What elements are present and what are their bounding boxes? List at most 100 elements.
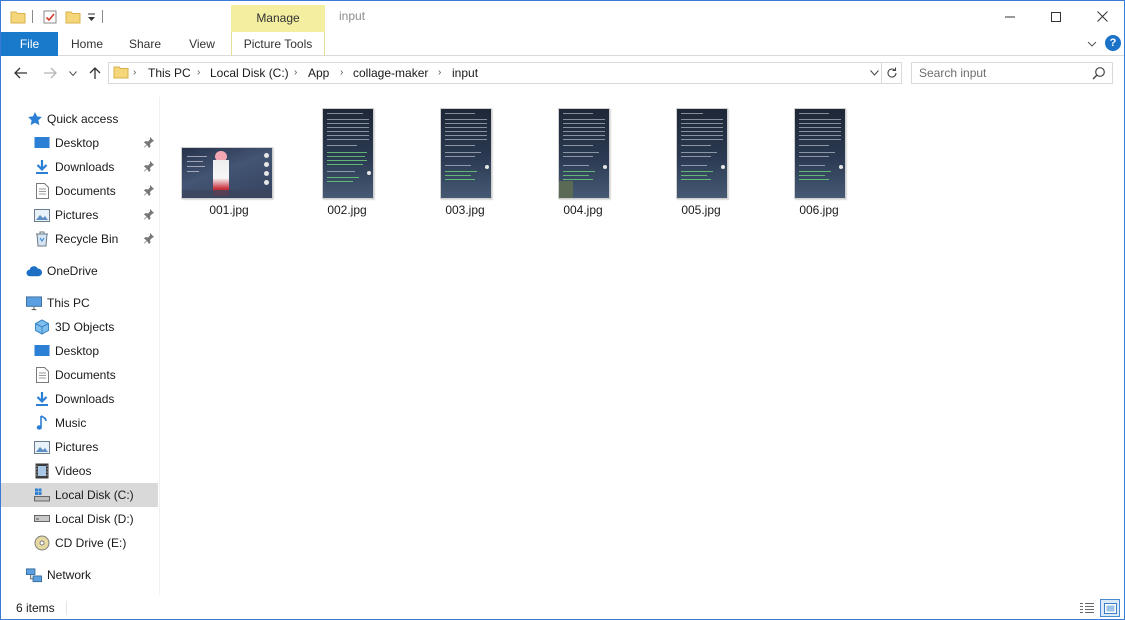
search-icon[interactable] — [1092, 66, 1106, 83]
new-folder-icon[interactable] — [65, 8, 81, 26]
thumbnail-detail — [445, 135, 487, 136]
back-button[interactable] — [10, 62, 32, 84]
thumbnail-detail — [563, 179, 593, 180]
chevron-right-icon[interactable]: › — [294, 67, 297, 78]
thumbnail-detail — [799, 156, 829, 157]
nav-label: Recycle Bin — [55, 232, 119, 246]
customize-toolbar-icon[interactable] — [87, 8, 96, 26]
help-button[interactable]: ? — [1105, 35, 1121, 51]
address-bar[interactable]: › This PC › Local Disk (C:) › App › coll… — [108, 62, 882, 84]
cd-drive-icon — [34, 535, 50, 551]
maximize-button[interactable] — [1033, 1, 1079, 32]
breadcrumb-collage-maker[interactable]: collage-maker — [353, 66, 428, 80]
breadcrumb-app[interactable]: App — [308, 66, 329, 80]
forward-button[interactable] — [39, 62, 61, 84]
chevron-right-icon[interactable]: › — [197, 67, 200, 78]
large-icons-view-button[interactable] — [1100, 599, 1120, 617]
thumbnail-detail — [681, 156, 711, 157]
pin-icon[interactable] — [144, 209, 154, 223]
nav-documents[interactable]: Documents — [1, 363, 158, 387]
pin-icon[interactable] — [144, 233, 154, 247]
chevron-right-icon[interactable]: › — [438, 67, 441, 78]
tab-home[interactable]: Home — [63, 32, 111, 56]
file-item[interactable]: 006.jpg — [769, 97, 869, 217]
thumbnail-detail — [327, 119, 369, 120]
image-thumbnail — [558, 108, 610, 199]
tab-file[interactable]: File — [1, 32, 58, 56]
pin-icon[interactable] — [144, 137, 154, 151]
thumbnail-detail — [681, 171, 713, 172]
file-name: 001.jpg — [209, 203, 249, 217]
chevron-right-icon[interactable]: › — [340, 67, 343, 78]
thumbnail-detail — [327, 177, 359, 178]
nav-onedrive[interactable]: OneDrive — [1, 259, 158, 283]
thumbnail-detail — [839, 165, 843, 169]
nav-quick-access[interactable]: Quick access — [1, 107, 158, 131]
thumbnail-detail — [327, 152, 367, 153]
nav-local-disk-c[interactable]: Local Disk (C:) — [1, 483, 158, 507]
search-input[interactable] — [912, 63, 1088, 83]
nav-this-pc[interactable]: This PC — [1, 291, 158, 315]
file-item[interactable]: 002.jpg — [297, 97, 397, 217]
thumbnail-detail — [563, 165, 589, 166]
nav-label: Downloads — [55, 392, 115, 406]
breadcrumb-input[interactable]: input — [452, 66, 478, 80]
pin-icon[interactable] — [144, 161, 154, 175]
toolbar-separator — [32, 10, 33, 23]
thumbnail-detail — [264, 153, 269, 158]
tab-picture-tools[interactable]: Picture Tools — [231, 32, 325, 56]
thumbnail-detail — [187, 171, 199, 172]
pin-icon[interactable] — [144, 185, 154, 199]
properties-icon[interactable] — [42, 8, 58, 26]
nav-qa-documents[interactable]: Documents — [1, 179, 158, 203]
nav-label: Desktop — [55, 136, 100, 150]
nav-qa-recycle-bin[interactable]: Recycle Bin — [1, 227, 158, 251]
file-name: 006.jpg — [799, 203, 839, 217]
thumbnail-detail — [799, 119, 841, 120]
close-button[interactable] — [1079, 1, 1124, 32]
up-button[interactable] — [84, 62, 106, 84]
nav-3d-objects[interactable]: 3D Objects — [1, 315, 158, 339]
nav-videos[interactable]: Videos — [1, 459, 158, 483]
thumbnail-detail — [681, 139, 723, 140]
file-item[interactable]: 005.jpg — [651, 97, 751, 217]
breadcrumb-local-disk-c[interactable]: Local Disk (C:) — [210, 66, 289, 80]
nav-qa-desktop[interactable]: Desktop — [1, 131, 158, 155]
nav-qa-pictures[interactable]: Pictures — [1, 203, 158, 227]
tab-share[interactable]: Share — [122, 32, 168, 56]
nav-local-disk-d[interactable]: Local Disk (D:) — [1, 507, 158, 531]
nav-label: Desktop — [55, 344, 100, 358]
thumbnail-detail — [485, 165, 489, 169]
nav-downloads[interactable]: Downloads — [1, 387, 158, 411]
breadcrumb-this-pc[interactable]: This PC — [148, 66, 191, 80]
nav-network[interactable]: Network — [1, 563, 158, 587]
thumbnail-detail — [445, 179, 475, 180]
nav-pane-divider — [159, 97, 160, 595]
network-icon — [26, 567, 42, 583]
file-name: 005.jpg — [681, 203, 721, 217]
thumbnail-detail — [681, 179, 711, 180]
recent-locations-button[interactable] — [65, 62, 81, 84]
minimize-button[interactable] — [987, 1, 1033, 32]
nav-qa-downloads[interactable]: Downloads — [1, 155, 158, 179]
file-item[interactable]: 003.jpg — [415, 97, 515, 217]
nav-music[interactable]: Music — [1, 411, 158, 435]
chevron-right-icon[interactable]: › — [133, 67, 136, 78]
nav-cd-drive-e[interactable]: CD Drive (E:) — [1, 531, 158, 555]
search-box[interactable] — [911, 62, 1113, 84]
thumbnail-detail — [603, 165, 607, 169]
expand-ribbon-button[interactable] — [1083, 35, 1101, 53]
nav-desktop[interactable]: Desktop — [1, 339, 158, 363]
refresh-button[interactable] — [882, 62, 902, 84]
thumbnail-detail — [799, 179, 829, 180]
thumbnail-detail — [563, 127, 605, 128]
tab-view[interactable]: View — [180, 32, 224, 56]
address-history-dropdown[interactable] — [867, 66, 881, 80]
details-view-button[interactable] — [1077, 599, 1097, 617]
nav-pictures[interactable]: Pictures — [1, 435, 158, 459]
onedrive-cloud-icon — [26, 263, 42, 279]
file-item[interactable]: 004.jpg — [533, 97, 633, 217]
thumbnail-detail — [327, 171, 355, 172]
thumbnail-detail — [445, 145, 475, 146]
file-item[interactable]: 001.jpg — [161, 97, 273, 217]
